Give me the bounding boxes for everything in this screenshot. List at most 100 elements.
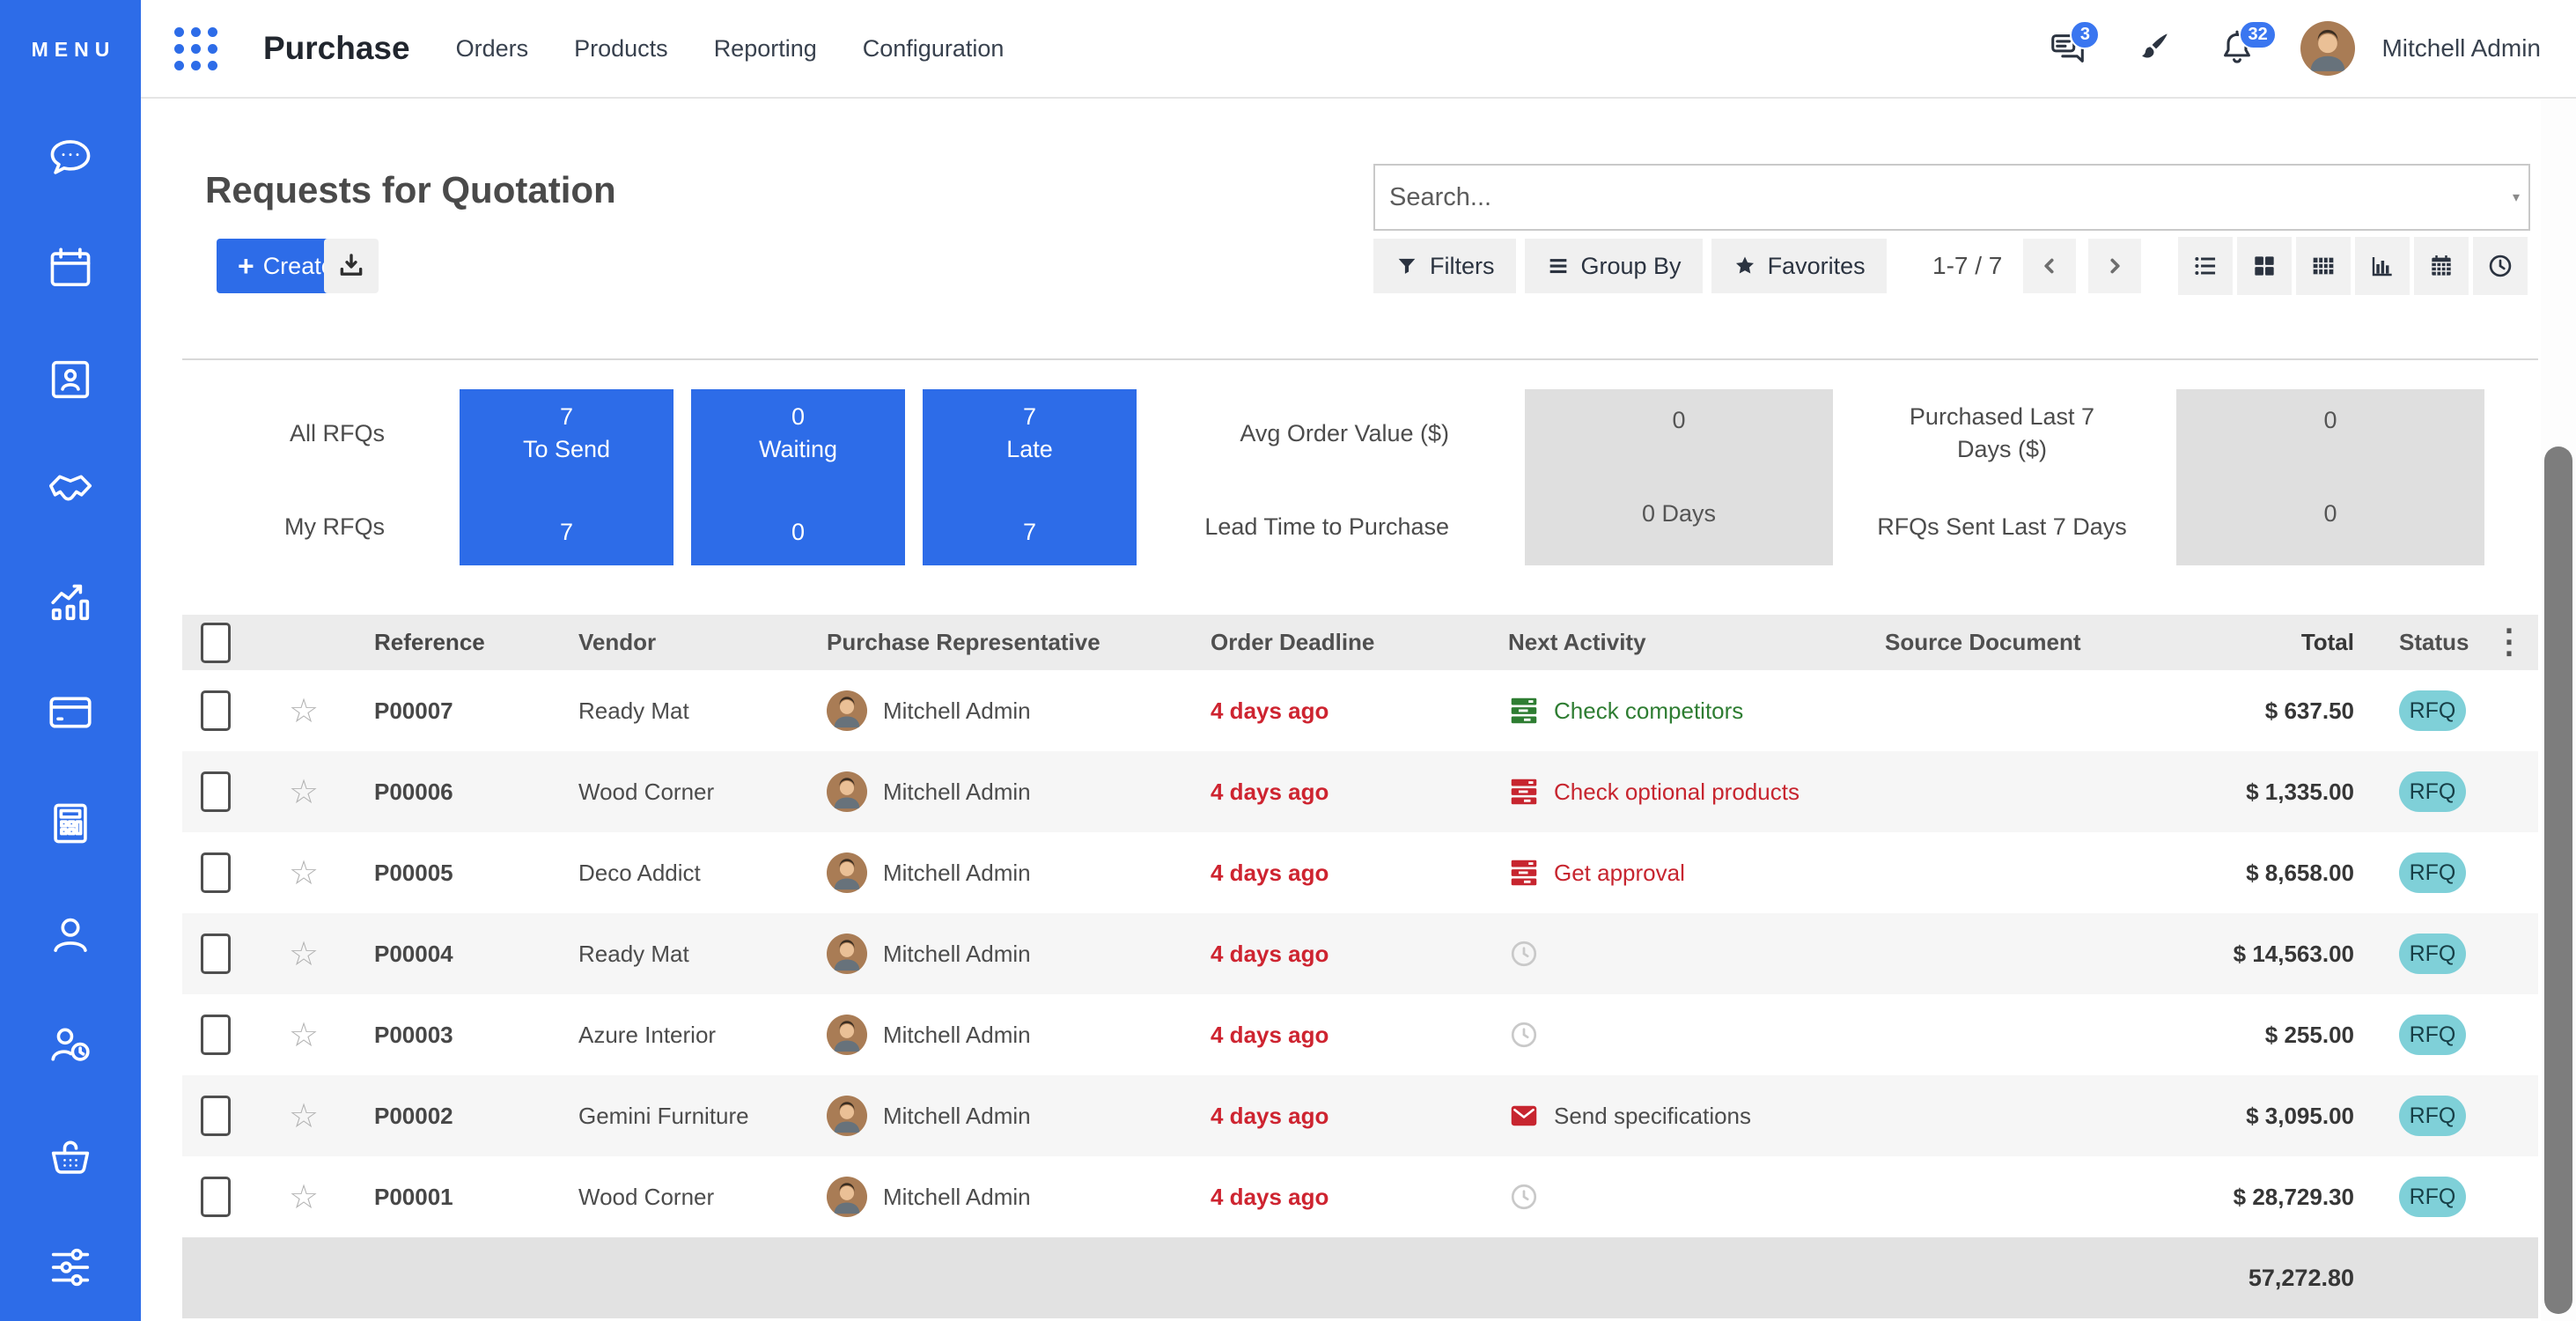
apps-grid-icon[interactable] [174,27,217,70]
favorite-star-icon[interactable]: ☆ [249,1177,358,1217]
invoicing-card-icon[interactable] [45,687,96,738]
plus-icon: + [238,252,254,280]
deadline-cell: 4 days ago [1186,860,1485,887]
avg-order-value-label: Avg Order Value ($) [1097,420,1449,447]
menu-configuration[interactable]: Configuration [863,35,1005,63]
select-all-checkbox[interactable] [201,623,231,663]
sales-chart-icon[interactable] [45,576,96,627]
accounting-calculator-icon[interactable] [45,798,96,849]
rep-name: Mitchell Admin [883,1022,1031,1049]
discuss-icon[interactable] [45,132,96,183]
deadline-cell: 4 days ago [1186,1184,1485,1211]
favorite-star-icon[interactable]: ☆ [249,772,358,812]
pager-previous-button[interactable] [2023,239,2076,293]
column-header-total[interactable]: Total [2198,629,2357,656]
rep-avatar [827,934,867,974]
column-header-vendor[interactable]: Vendor [552,629,799,656]
attendance-user-clock-icon[interactable] [45,1020,96,1071]
rep-name: Mitchell Admin [883,779,1031,806]
favorite-star-icon[interactable]: ☆ [249,853,358,893]
row-checkbox[interactable] [201,1015,231,1055]
deadline-cell: 4 days ago [1186,941,1485,968]
reference-cell: P00001 [358,1184,552,1211]
filters-button[interactable]: Filters [1373,239,1516,293]
user-name[interactable]: Mitchell Admin [2381,34,2541,63]
table-row[interactable]: ☆ P00002 Gemini Furniture Mitchell Admin… [182,1075,2538,1156]
vendor-cell: Ready Mat [552,941,799,968]
row-checkbox[interactable] [201,934,231,974]
favorite-star-icon[interactable]: ☆ [249,934,358,974]
menu-reporting[interactable]: Reporting [714,35,817,63]
favorite-star-icon[interactable]: ☆ [249,1015,358,1055]
group-by-button[interactable]: Group By [1525,239,1703,293]
favorites-button[interactable]: Favorites [1711,239,1887,293]
filters-label: Filters [1430,253,1495,280]
crm-handshake-icon[interactable] [45,465,96,516]
to-send-label: To Send [523,436,610,463]
row-checkbox[interactable] [201,690,231,731]
user-avatar[interactable] [2300,21,2355,76]
contacts-icon[interactable] [45,354,96,405]
favorite-star-icon[interactable]: ☆ [249,1096,358,1136]
scrollbar-thumb[interactable] [2544,446,2572,1314]
optional-columns-kebab-icon[interactable]: ⋮ [2484,616,2535,668]
column-header-source[interactable]: Source Document [1859,629,2198,656]
row-checkbox[interactable] [201,771,231,812]
table-row[interactable]: ☆ P00005 Deco Addict Mitchell Admin 4 da… [182,832,2538,913]
my-rfqs-label[interactable]: My RFQs [205,513,385,541]
tile-to-send[interactable]: 7 To Send 7 [460,389,673,565]
all-rfqs-label[interactable]: All RFQs [205,420,385,447]
rfq-list-table: Reference Vendor Purchase Representative… [182,615,2538,1318]
pager-next-button[interactable] [2088,239,2141,293]
purchased-last-7-days-label: Purchased Last 7 Days ($) [1885,401,2119,466]
rep-avatar [827,1015,867,1055]
messages-badge: 3 [2070,20,2100,49]
activities-brush-icon[interactable] [2131,27,2174,70]
export-download-button[interactable] [324,239,379,293]
table-row[interactable]: ☆ P00001 Wood Corner Mitchell Admin 4 da… [182,1156,2538,1237]
rep-avatar [827,690,867,731]
activity-list-green-icon [1508,695,1540,727]
table-row[interactable]: ☆ P00004 Ready Mat Mitchell Admin 4 days… [182,913,2538,994]
column-header-reference[interactable]: Reference [358,629,552,656]
vertical-scrollbar[interactable] [2541,99,2576,1321]
column-header-deadline[interactable]: Order Deadline [1186,629,1485,656]
table-row[interactable]: ☆ P00006 Wood Corner Mitchell Admin 4 da… [182,751,2538,832]
row-checkbox[interactable] [201,1096,231,1136]
waiting-all-count: 0 [791,403,805,431]
list-view-button[interactable] [2178,237,2233,295]
total-cell: $ 28,729.30 [2198,1184,2357,1211]
rep-name: Mitchell Admin [883,1103,1031,1130]
app-menus: Orders Products Reporting Configuration [456,35,1005,63]
total-cell: $ 637.50 [2198,697,2357,725]
table-row[interactable]: ☆ P00007 Ready Mat Mitchell Admin 4 days… [182,670,2538,751]
favorite-star-icon[interactable]: ☆ [249,691,358,731]
settings-sliders-icon[interactable] [45,1242,96,1293]
calendar-icon[interactable] [45,243,96,294]
notifications-bell-icon[interactable]: 32 [2216,27,2258,70]
column-header-activity[interactable]: Next Activity [1485,629,1859,656]
row-checkbox[interactable] [201,852,231,893]
app-title[interactable]: Purchase [263,30,410,67]
messages-icon[interactable]: 3 [2047,27,2089,70]
activity-view-button[interactable] [2473,237,2528,295]
menu-toggle[interactable]: MENU [0,0,141,99]
search-input[interactable] [1375,183,2513,212]
reference-cell: P00005 [358,860,552,887]
status-badge: RFQ [2399,1177,2466,1217]
employees-user-icon[interactable] [45,909,96,960]
search-dropdown-caret[interactable]: ▾ [2513,188,2528,206]
column-header-representative[interactable]: Purchase Representative [799,629,1186,656]
table-row[interactable]: ☆ P00003 Azure Interior Mitchell Admin 4… [182,994,2538,1075]
odoo-purchase-rfq-screen: MENU [0,0,2576,1321]
graph-view-icon [2368,252,2396,280]
menu-products[interactable]: Products [574,35,668,63]
row-checkbox[interactable] [201,1177,231,1217]
tile-waiting[interactable]: 0 Waiting 0 [691,389,905,565]
pivot-view-button[interactable] [2296,237,2351,295]
calendar-view-button[interactable] [2414,237,2469,295]
purchase-basket-icon[interactable] [45,1131,96,1182]
menu-orders[interactable]: Orders [456,35,529,63]
kanban-view-button[interactable] [2237,237,2292,295]
graph-view-button[interactable] [2355,237,2410,295]
